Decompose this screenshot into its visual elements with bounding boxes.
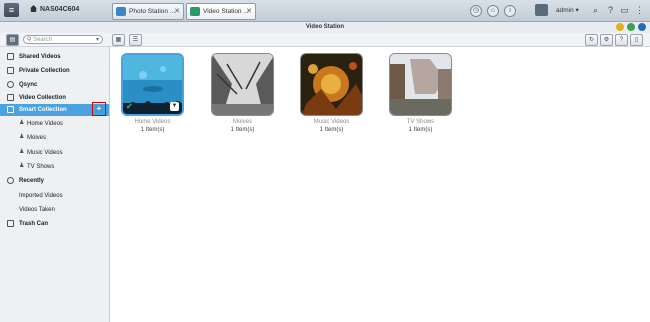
sidebar-item-shared-videos[interactable]: Shared Videos — [0, 51, 109, 63]
sidebar-item-tv-shows[interactable]: ♟ TV Shows — [0, 161, 109, 173]
options-icon[interactable]: ⋮ — [634, 4, 645, 16]
sidebar-item-imported-videos[interactable]: Imported Videos — [0, 190, 109, 202]
album-count: 1 Item(s) — [140, 127, 165, 133]
main-menu-button[interactable]: ≡ — [4, 3, 19, 17]
top-bar: ≡ NAS04C604 Photo Station ... ✕ Video St… — [0, 0, 650, 22]
qsync-icon — [7, 81, 14, 88]
album-name: Moives — [232, 119, 252, 125]
person-icon: ♟ — [19, 163, 25, 169]
album-name: Home Videos — [134, 119, 171, 125]
close-window-icon[interactable] — [638, 23, 646, 31]
smart-collection-icon — [7, 106, 14, 113]
maximize-icon[interactable] — [627, 23, 635, 31]
tab-video-station[interactable]: Video Station ... ✕ — [186, 3, 256, 20]
view-mode-button[interactable]: ▦ — [112, 34, 125, 46]
nas-name: NAS04C604 — [30, 5, 79, 13]
add-icon: + — [95, 104, 103, 113]
clock-icon — [7, 177, 14, 184]
refresh-button[interactable]: ↻ — [585, 34, 598, 46]
sidebar-item-trash-can[interactable]: Trash Can — [0, 218, 109, 230]
sidebar-item-home-videos[interactable]: ♟ Home Videos — [0, 118, 109, 130]
user-avatar-icon[interactable] — [535, 4, 548, 16]
search-input[interactable]: ⚲ Search ▾ — [23, 35, 103, 44]
shared-videos-icon — [7, 53, 14, 60]
checkmark-icon: ✔ — [126, 102, 133, 111]
album-name: Music Videos — [313, 119, 350, 125]
content-area: ✔ ▼ Home Videos 1 Item(s) Moives 1 Item(… — [110, 47, 650, 322]
festival-thumbnail — [301, 54, 362, 115]
close-tab-icon[interactable]: ✕ — [246, 4, 252, 19]
sidebar-toggle-button[interactable]: ▤ — [6, 34, 19, 46]
help-button[interactable]: ? — [615, 34, 628, 46]
toolbar: ▤ ⚲ Search ▾ ▦ ☰ ↻ ⚙ ? ▯ — [0, 33, 650, 47]
album-count: 1 Item(s) — [408, 127, 433, 133]
home-icon — [30, 5, 37, 12]
notification-icon[interactable]: i — [504, 5, 516, 17]
person-icon: ♟ — [19, 120, 25, 126]
sidebar-item-moives[interactable]: ♟ Moives — [0, 132, 109, 144]
album-thumbnail[interactable] — [389, 53, 452, 116]
sidebar-item-recently[interactable]: Recently — [0, 175, 109, 187]
sidebar-item-qsync[interactable]: Qsync — [0, 79, 109, 91]
settings-button[interactable]: ⚙ — [600, 34, 613, 46]
person-icon: ♟ — [19, 134, 25, 140]
display-options-button[interactable]: ☰ — [129, 34, 142, 46]
album-count: 1 Item(s) — [230, 127, 255, 133]
album-count: 1 Item(s) — [319, 127, 344, 133]
trash-icon — [7, 220, 14, 227]
search-icon: ⚲ — [27, 37, 32, 43]
search-icon[interactable]: ⌕ — [590, 4, 601, 16]
album-name: TV Shows — [406, 119, 435, 125]
window-title: Video Station — [0, 22, 650, 33]
person-icon: ♟ — [19, 149, 25, 155]
sidebar-item-private-collection[interactable]: Private Collection — [0, 65, 109, 77]
tab-photo-station[interactable]: Photo Station ... ✕ — [112, 3, 184, 20]
private-collection-icon — [7, 67, 14, 74]
search-dropdown-icon[interactable]: ▾ — [96, 36, 99, 45]
video-collection-icon — [7, 94, 14, 101]
album-thumbnail[interactable]: ✔ ▼ — [121, 53, 184, 116]
sidebar-item-videos-taken[interactable]: Videos Taken — [0, 204, 109, 216]
dashboard-icon[interactable]: ▭ — [619, 4, 630, 16]
background-task-icon[interactable]: ◷ — [470, 5, 482, 17]
dropdown-icon[interactable]: ▼ — [170, 102, 179, 111]
sidebar: Shared Videos Private Collection Qsync V… — [0, 47, 110, 322]
album-thumbnail[interactable] — [211, 53, 274, 116]
close-tab-icon[interactable]: ✕ — [174, 4, 180, 19]
user-menu[interactable]: admin ▾ — [556, 6, 579, 14]
video-station-icon — [190, 7, 200, 16]
minimize-icon[interactable] — [616, 23, 624, 31]
external-device-icon[interactable]: ⌂ — [487, 5, 499, 17]
trees-thumbnail — [212, 54, 273, 115]
help-icon[interactable]: ? — [605, 4, 616, 16]
add-smart-collection-button[interactable]: + — [92, 102, 106, 116]
photo-station-icon — [116, 7, 126, 16]
sidebar-item-music-videos[interactable]: ♟ Music Videos — [0, 147, 109, 159]
info-button[interactable]: ▯ — [630, 34, 643, 46]
park-thumbnail — [390, 54, 451, 115]
album-thumbnail[interactable] — [300, 53, 363, 116]
